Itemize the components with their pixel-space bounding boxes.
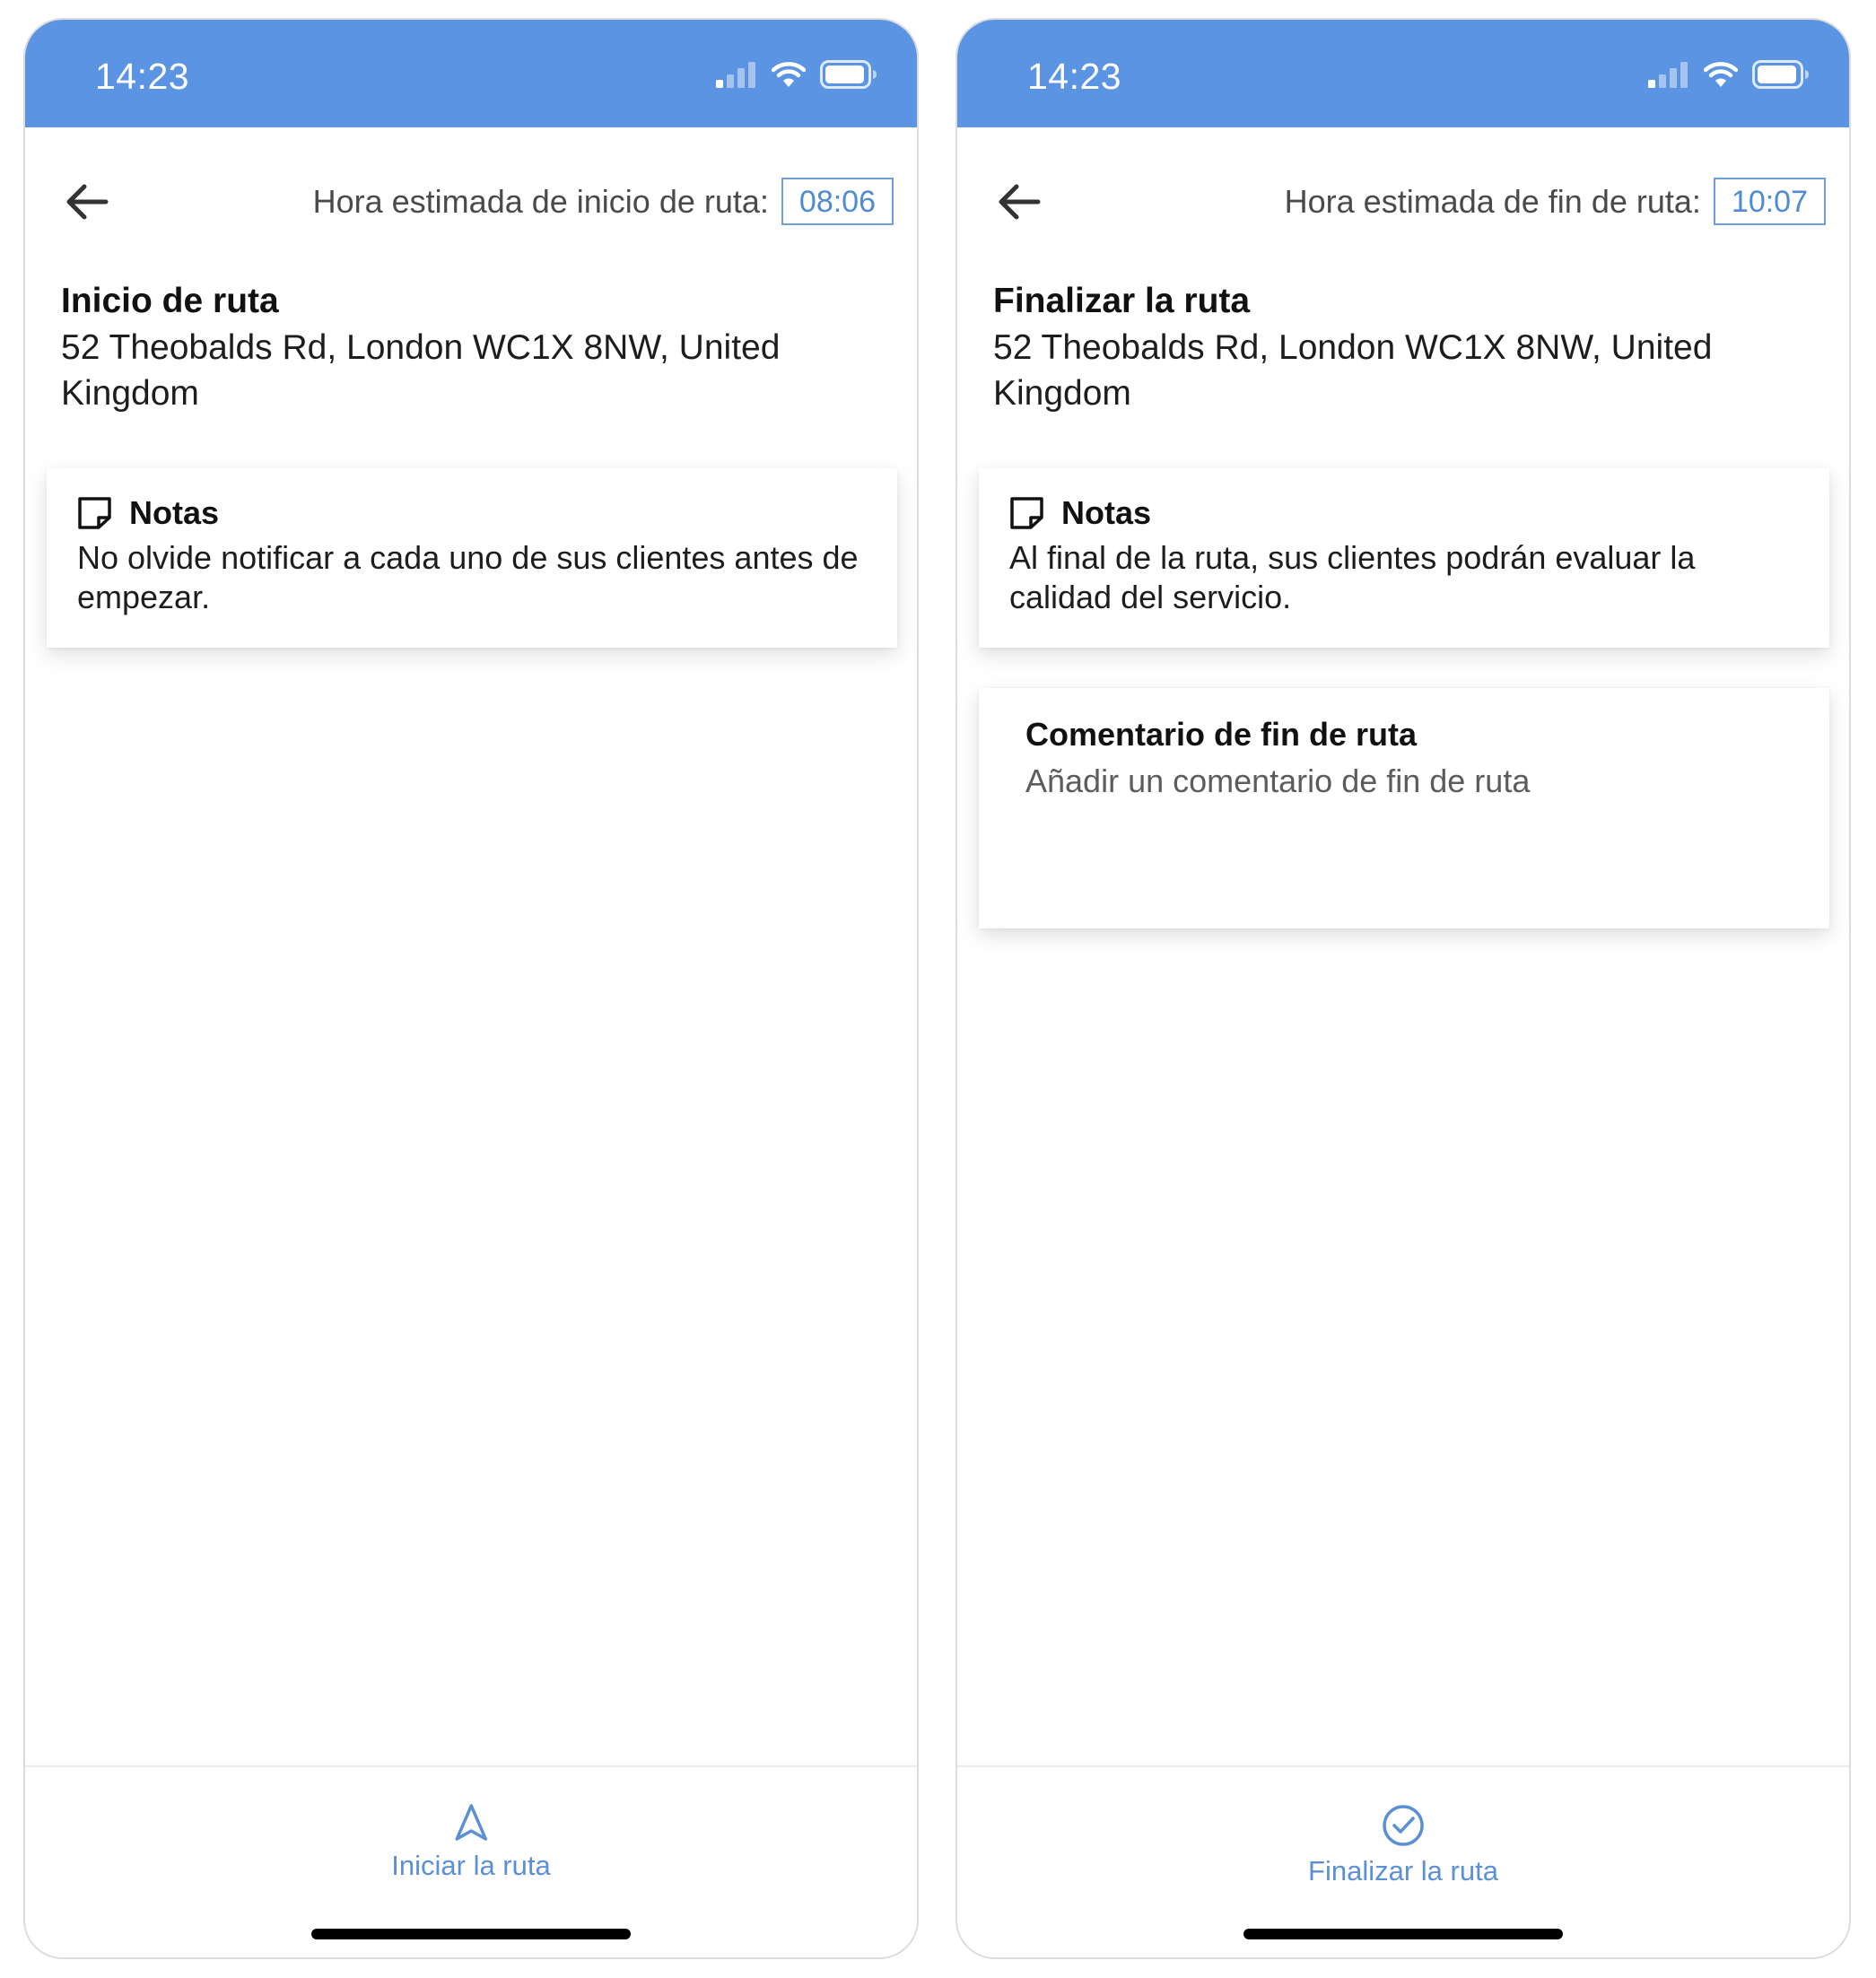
estimated-time: Hora estimada de fin de ruta: 10:07: [1285, 178, 1826, 225]
notes-text: No olvide notificar a cada uno de sus cl…: [77, 539, 859, 615]
start-route-label: Iniciar la ruta: [391, 1850, 551, 1881]
phone-screen-start-route: 14:23 Hora estimada de inicio de ruta: 0…: [23, 18, 919, 1959]
end-route-comment-card[interactable]: Comentario de fin de ruta Añadir un come…: [979, 688, 1829, 928]
header-row: Hora estimada de fin de ruta: 10:07: [957, 170, 1849, 233]
comment-title: Comentario de fin de ruta: [1025, 716, 1418, 753]
notes-header: Notas: [1009, 493, 1799, 533]
estimated-time-value[interactable]: 08:06: [781, 178, 894, 225]
status-bar: 14:23: [25, 20, 917, 127]
home-indicator: [1243, 1929, 1563, 1939]
estimated-time: Hora estimada de inicio de ruta: 08:06: [313, 178, 894, 225]
back-button[interactable]: [995, 179, 1045, 224]
status-time: 14:23: [95, 56, 190, 97]
stop-title: Inicio de ruta: [61, 282, 279, 320]
back-button[interactable]: [63, 179, 113, 224]
status-bar: 14:23: [957, 20, 1849, 127]
stop-info: Inicio de ruta 52 Theobalds Rd, London W…: [61, 280, 868, 416]
battery-icon: [820, 59, 877, 93]
wifi-icon: [1703, 61, 1739, 92]
stop-title: Finalizar la ruta: [993, 282, 1251, 320]
status-time: 14:23: [1027, 56, 1122, 97]
stop-info: Finalizar la ruta 52 Theobalds Rd, Londo…: [993, 280, 1801, 416]
sticky-note-icon: [1010, 497, 1043, 529]
signal-icon: [716, 61, 757, 92]
notes-title: Notas: [129, 494, 220, 531]
stop-address: 52 Theobalds Rd, London WC1X 8NW, United…: [993, 328, 1713, 413]
check-circle-icon: [1383, 1805, 1424, 1846]
estimated-time-value[interactable]: 10:07: [1713, 178, 1826, 225]
navigation-arrow-icon: [455, 1804, 487, 1841]
estimated-time-label: Hora estimada de fin de ruta:: [1284, 182, 1701, 220]
estimated-time-label: Hora estimada de inicio de ruta:: [312, 182, 769, 220]
comment-input[interactable]: Añadir un comentario de fin de ruta: [1025, 762, 1783, 801]
finish-route-button[interactable]: Finalizar la ruta: [1308, 1803, 1498, 1887]
finish-route-label: Finalizar la ruta: [1308, 1855, 1498, 1887]
sticky-note-icon: [78, 497, 111, 529]
notes-card: Notas No olvide notificar a cada uno de …: [47, 468, 897, 648]
start-route-button[interactable]: Iniciar la ruta: [391, 1803, 551, 1882]
signal-icon: [1648, 61, 1689, 92]
notes-card: Notas Al final de la ruta, sus clientes …: [979, 468, 1829, 648]
home-indicator: [311, 1929, 631, 1939]
header-row: Hora estimada de inicio de ruta: 08:06: [25, 170, 917, 233]
notes-header: Notas: [77, 493, 867, 533]
battery-icon: [1752, 59, 1810, 93]
arrow-left-icon: [999, 184, 1041, 220]
phone-screen-end-route: 14:23 Hora estimada de fin de ruta: 10:0…: [955, 18, 1851, 1959]
bottom-bar: Finalizar la ruta: [957, 1765, 1849, 1957]
notes-text: Al final de la ruta, sus clientes podrán…: [1009, 539, 1696, 615]
wifi-icon: [771, 61, 807, 92]
status-icons: [716, 59, 877, 93]
notes-title: Notas: [1061, 494, 1152, 531]
bottom-bar: Iniciar la ruta: [25, 1765, 917, 1957]
arrow-left-icon: [66, 184, 109, 220]
stop-address: 52 Theobalds Rd, London WC1X 8NW, United…: [61, 328, 781, 413]
status-icons: [1648, 59, 1810, 93]
